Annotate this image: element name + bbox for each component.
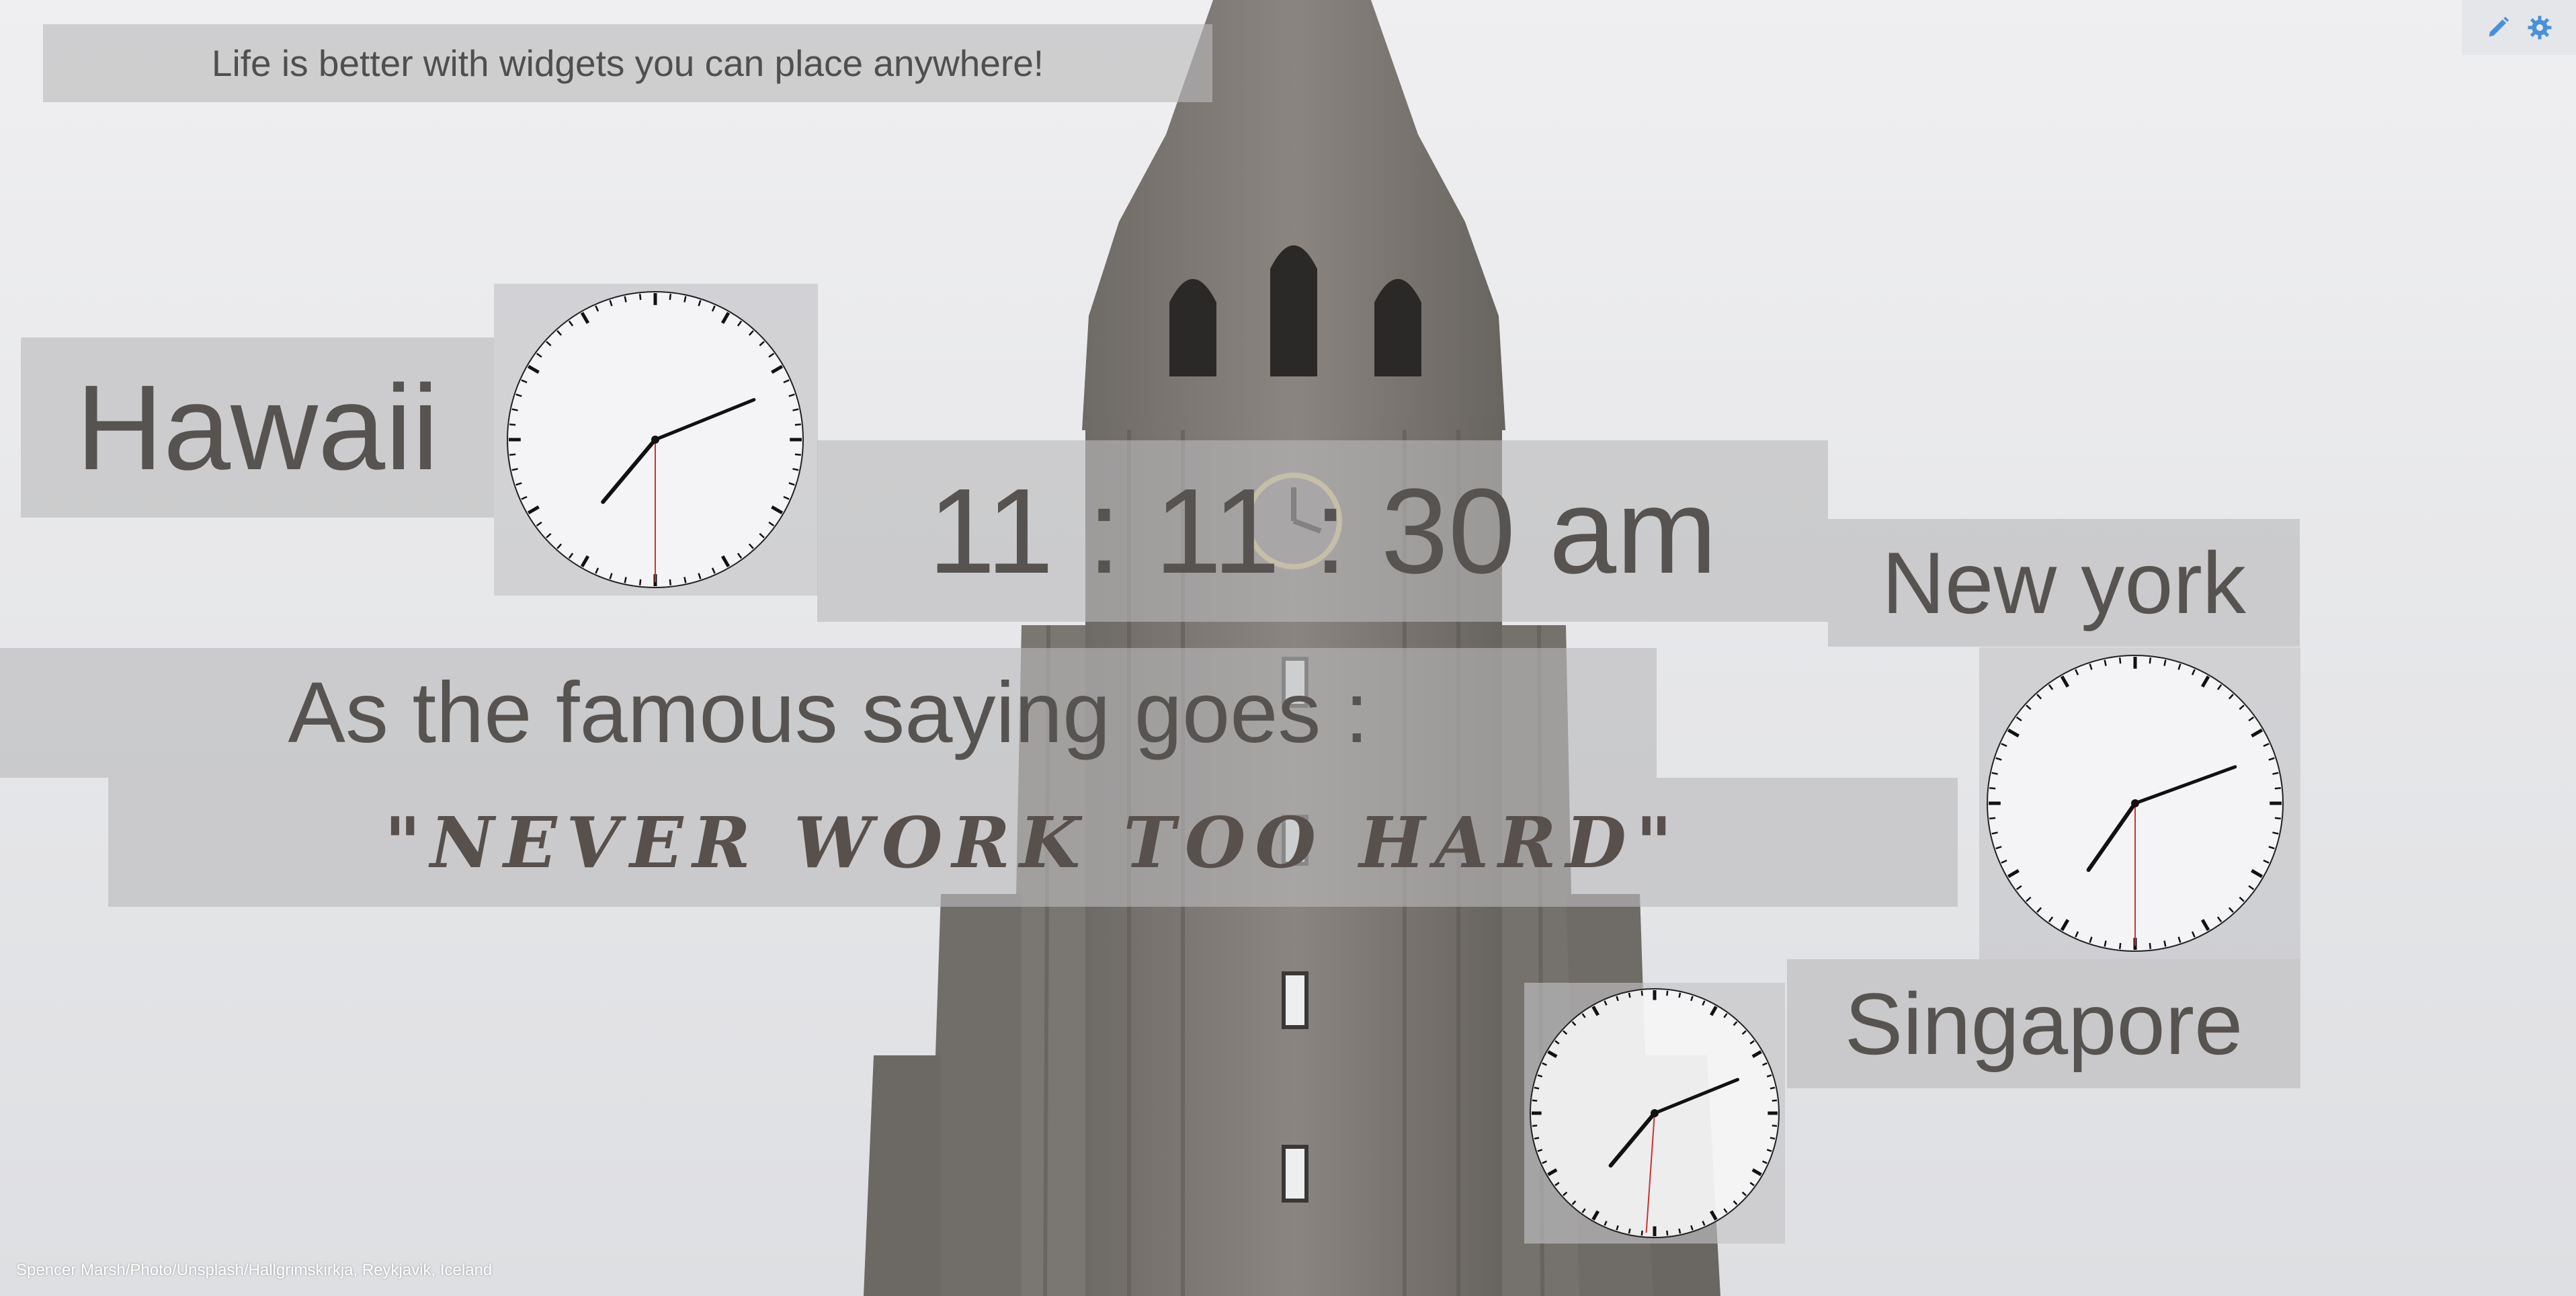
time-separator: : [1313,463,1347,599]
clock-tick [1628,992,1631,998]
digital-clock[interactable]: 11 : 11 : 30 am [817,440,1828,622]
clock-tick [1770,1086,1776,1090]
time-hours: 11 [927,463,1054,599]
analog-clock-hawaii[interactable] [494,284,818,596]
city-name: Singapore [1844,975,2243,1073]
clock-tick [2149,942,2152,949]
toolbar [2462,0,2576,55]
clock-tick [1772,1125,1778,1127]
clock-tick [794,423,801,426]
clock-tick [2274,817,2281,820]
city-label-new-york[interactable]: New york [1828,519,2300,647]
time-meridiem: am [1548,463,1718,599]
clock-tick [1628,1228,1631,1234]
clock-tick [1640,1230,1643,1236]
clock-tick [1534,1137,1540,1140]
clock-tick [1989,817,1996,820]
clock-tick [1534,1086,1540,1090]
clock-tick [669,294,672,300]
banner-widget[interactable]: Life is better with widgets you can plac… [43,24,1212,102]
clock-face [507,291,804,588]
clock-face [1530,988,1780,1238]
analog-clock-singapore[interactable] [1524,983,1785,1244]
city-label-singapore[interactable]: Singapore [1787,959,2300,1088]
time-seconds: 30 [1380,463,1515,599]
clock-tick [1640,990,1643,996]
analog-clock-new-york[interactable] [1979,647,2300,959]
clock-tick [1772,1099,1778,1102]
city-name: New york [1882,534,2246,632]
clock-tick [1678,992,1681,998]
quote-widget[interactable]: "NEVER WORK TOO HARD" [108,778,1958,907]
clock-tick [1678,1228,1681,1234]
clock-tick [1770,1137,1776,1140]
clock-tick [1532,1099,1538,1102]
clock-tick [794,453,801,456]
saying-text: As the famous saying goes : [288,665,1369,761]
clock-tick [1532,1125,1538,1127]
pencil-icon[interactable] [2485,14,2511,41]
saying-widget[interactable]: As the famous saying goes : [0,648,1657,778]
clock-tick [669,579,672,585]
clock-tick [2149,657,2152,664]
clock-face [1987,655,2284,952]
photo-credit: Spencer Marsh/Photo/Unsplash/Hallgrimski… [16,1261,493,1279]
gear-icon[interactable] [2526,14,2553,41]
clock-tick [509,453,516,456]
quote-text: "NEVER WORK TOO HARD" [384,801,1682,884]
banner-text: Life is better with widgets you can plac… [211,42,1044,84]
clock-tick [509,423,516,426]
time-minutes: 11 [1154,463,1280,599]
time-separator: : [1087,463,1121,599]
city-label-hawaii[interactable]: Hawaii [21,337,494,518]
city-name: Hawaii [75,360,440,495]
